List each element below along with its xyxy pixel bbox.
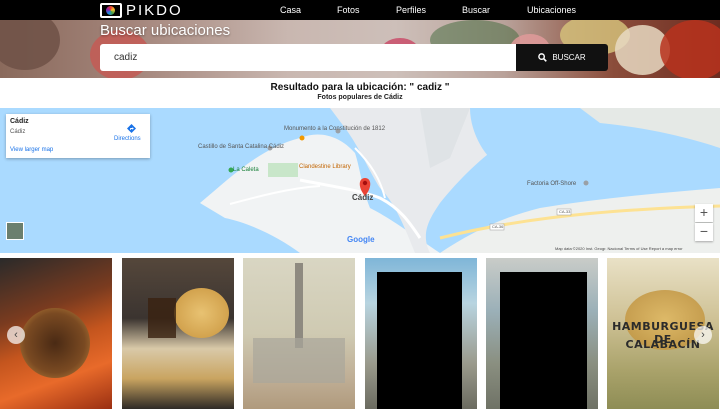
gallery-photo-3[interactable]	[243, 258, 355, 409]
gallery-prev-button[interactable]: ‹	[7, 326, 25, 344]
top-navbar: PIKDO Casa Fotos Perfiles Buscar Ubicaci…	[0, 0, 720, 20]
map-label-ca36: CA-36	[492, 224, 504, 229]
camera-logo-icon	[100, 2, 122, 18]
map-embed[interactable]: Cádiz Cádiz View larger map Directions M…	[0, 108, 720, 253]
map-attribution[interactable]: Map data ©2020 Inst. Geogr. Nacional Ter…	[555, 246, 683, 251]
gallery-next-button[interactable]: ›	[694, 326, 712, 344]
zoom-in-button[interactable]: +	[695, 204, 713, 222]
map-label-ca33: CA-33	[559, 209, 571, 214]
directions-icon[interactable]	[127, 124, 136, 133]
zoom-out-button[interactable]: −	[695, 223, 713, 241]
nav-perfiles[interactable]: Perfiles	[396, 0, 426, 20]
map-label-castillo: Castillo de Santa Catalina Cádiz	[198, 144, 285, 150]
map-info-card: Cádiz Cádiz View larger map Directions	[6, 114, 150, 158]
search-button[interactable]: BUSCAR	[516, 44, 608, 71]
map-label-caleta: La Caleta	[233, 167, 259, 173]
nav-ubicaciones[interactable]: Ubicaciones	[527, 0, 576, 20]
gallery-photo-4[interactable]	[365, 258, 477, 409]
photo-gallery: HAMBURGUESA DE CALABACÍN ‹ ›	[0, 258, 720, 409]
map-label-monumento: Monumento a la Constitución de 1812	[284, 126, 386, 132]
nav-casa[interactable]: Casa	[280, 0, 301, 20]
logo-text: PIKDO	[126, 1, 183, 19]
gallery-photo-2[interactable]	[122, 258, 234, 409]
map-place-title: Cádiz	[10, 118, 29, 125]
search-button-label: BUSCAR	[552, 53, 586, 62]
map-place-subtitle: Cádiz	[10, 129, 26, 135]
google-logo: Google	[347, 235, 375, 244]
redacted-block	[500, 272, 587, 409]
map-label-clandestine: Clandestine Library	[299, 164, 351, 170]
result-title: Resultado para la ubicación: " cadiz "	[270, 82, 450, 93]
map-label-cadiz: Cádiz	[352, 193, 374, 202]
nav-buscar[interactable]: Buscar	[462, 0, 490, 20]
map-label-factoria: Factoria Off-Shore	[527, 181, 577, 187]
directions-link[interactable]: Directions	[114, 136, 141, 142]
hero-title: Buscar ubicaciones	[100, 22, 231, 39]
logo[interactable]: PIKDO	[100, 1, 183, 19]
redacted-block	[377, 272, 462, 409]
street-view-thumbnail[interactable]	[6, 222, 24, 240]
nav-fotos[interactable]: Fotos	[337, 0, 360, 20]
result-subtitle: Fotos populares de Cádiz	[317, 94, 403, 101]
search-input[interactable]: cadiz	[100, 44, 516, 71]
view-larger-map-link[interactable]: View larger map	[10, 147, 53, 153]
search-icon	[538, 53, 548, 62]
gallery-photo-5[interactable]	[486, 258, 598, 409]
